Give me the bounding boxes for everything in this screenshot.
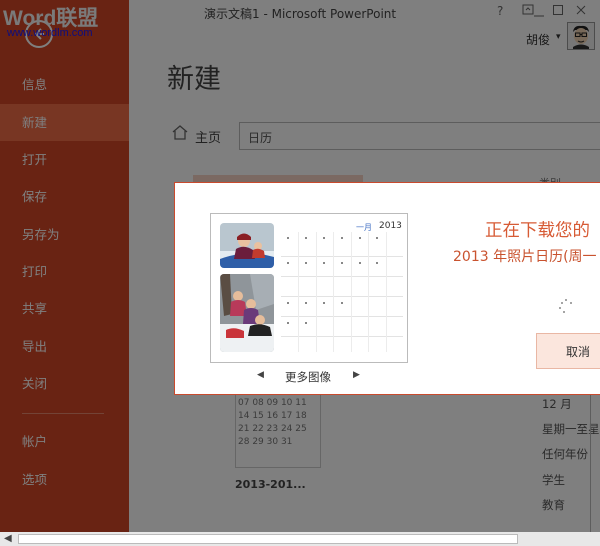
preview-photo-2	[220, 274, 274, 352]
scrollbar-thumb[interactable]	[18, 534, 518, 544]
loading-spinner-icon	[559, 299, 573, 313]
download-dialog: 一月 2013 ◀ 更多图像 ▶ 正在下载您的 2013 年照片日历(周一 取消	[174, 182, 600, 395]
preview-calendar-grid	[281, 232, 403, 352]
cancel-button[interactable]: 取消	[536, 333, 600, 369]
preview-photo-1	[220, 223, 274, 268]
horizontal-scrollbar[interactable]: ◀	[0, 532, 600, 546]
template-title: 2013 年照片日历(周一	[453, 249, 597, 265]
next-image-button[interactable]: ▶	[353, 370, 360, 380]
scroll-left-icon[interactable]: ◀	[4, 532, 12, 546]
more-images-label: 更多图像	[285, 370, 331, 384]
preview-year: 2013	[379, 221, 402, 231]
template-preview: 一月 2013	[210, 213, 408, 363]
download-title: 正在下载您的	[485, 221, 590, 241]
previous-image-button[interactable]: ◀	[257, 370, 264, 380]
